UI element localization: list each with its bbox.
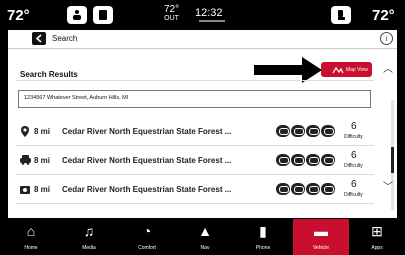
passenger-temperature[interactable]: 72° (372, 7, 395, 24)
vehicle-icon: ▬ (314, 223, 328, 239)
home-icon: ⌂ (26, 223, 36, 239)
divider (16, 80, 374, 81)
person-icon (73, 10, 81, 20)
nav-comfort[interactable]: ◔ Comfort (119, 219, 175, 255)
list-item[interactable]: 8 mi Cedar River North Equestrian State … (16, 119, 374, 146)
atv-icon (321, 125, 335, 137)
nav-vehicle[interactable]: ▬ Vehicle (293, 219, 349, 255)
atv-icon (291, 183, 305, 195)
passenger-seat-button[interactable] (331, 6, 351, 24)
door-icon (99, 10, 107, 20)
difficulty-value: 6 (351, 121, 357, 132)
nav-home[interactable]: ⌂ Home (3, 219, 59, 255)
bottom-nav: ⌂ Home ♫ Media ◔ Comfort ▲ Nav ▮ Phone ▬… (0, 219, 405, 255)
atv-icon (306, 183, 320, 195)
distance: 8 mi (34, 156, 51, 165)
phone-icon: ▮ (259, 223, 267, 239)
atv-icon (291, 154, 305, 166)
page-title: Search (52, 34, 78, 43)
nav-apps[interactable]: ⊞ Apps (349, 219, 405, 255)
trail-name: Cedar River North Equestrian State Fores… (62, 185, 232, 194)
nav-phone[interactable]: ▮ Phone (235, 219, 291, 255)
pin-icon (21, 126, 29, 137)
scrollbar-thumb[interactable] (391, 147, 394, 173)
atv-icon (306, 125, 320, 137)
atv-icon (276, 154, 290, 166)
atv-icon (321, 154, 335, 166)
info-icon[interactable]: i (380, 32, 393, 45)
nav-nav[interactable]: ▲ Nav (177, 219, 233, 255)
list-item[interactable]: 8 mi Cedar River North Equestrian State … (16, 148, 374, 175)
header: Search i (8, 30, 397, 49)
trail-name: Cedar River North Equestrian State Fores… (62, 127, 232, 136)
navigation-arrow-icon: ▲ (198, 223, 212, 239)
activity-icons (276, 154, 336, 172)
driver-temperature[interactable]: 72° (7, 7, 30, 24)
difficulty-label: Difficulty (344, 134, 363, 140)
atv-icon (306, 154, 320, 166)
camera-icon (20, 186, 30, 194)
apps-grid-icon: ⊞ (371, 223, 383, 239)
clock-divider (199, 20, 225, 22)
atv-icon (321, 183, 335, 195)
outside-temperature: 72° OUT (164, 4, 180, 23)
music-note-icon: ♫ (83, 223, 95, 239)
climate-icon: ◔ (142, 223, 152, 239)
status-bar: 72° 72° OUT 12:32 72° (0, 0, 405, 30)
activity-icons (276, 125, 336, 143)
difficulty-value: 6 (351, 150, 357, 161)
search-panel: Search i Search Results Map View 1234567… (8, 30, 397, 218)
nav-media[interactable]: ♫ Media (61, 219, 117, 255)
results-label: Search Results (20, 70, 78, 79)
driver-seat-button[interactable] (67, 6, 87, 24)
map-icon (332, 66, 344, 74)
difficulty-value: 6 (351, 179, 357, 190)
clock: 12:32 (195, 7, 223, 19)
scroll-down-icon[interactable]: ﹀ (383, 178, 393, 193)
difficulty-label: Difficulty (344, 192, 363, 198)
atv-icon (276, 125, 290, 137)
map-view-button[interactable]: Map View (321, 62, 372, 77)
door-lock-button[interactable] (93, 6, 113, 24)
atv-icon (291, 125, 305, 137)
vehicle-icon (20, 155, 31, 165)
trail-name: Cedar River North Equestrian State Fores… (62, 156, 232, 165)
back-button[interactable] (32, 32, 46, 45)
difficulty-label: Difficulty (344, 163, 363, 169)
activity-icons (276, 183, 336, 201)
atv-icon (276, 183, 290, 195)
chevron-left-icon (35, 34, 42, 43)
scroll-up-icon[interactable]: ︿ (383, 60, 393, 75)
list-item[interactable]: 8 mi Cedar River North Equestrian State … (16, 177, 374, 204)
distance: 8 mi (34, 127, 51, 136)
distance: 8 mi (34, 185, 51, 194)
address-field[interactable]: 1234567 Whatever Street, Auburn Hills, M… (18, 90, 371, 108)
seat-icon (338, 10, 345, 20)
